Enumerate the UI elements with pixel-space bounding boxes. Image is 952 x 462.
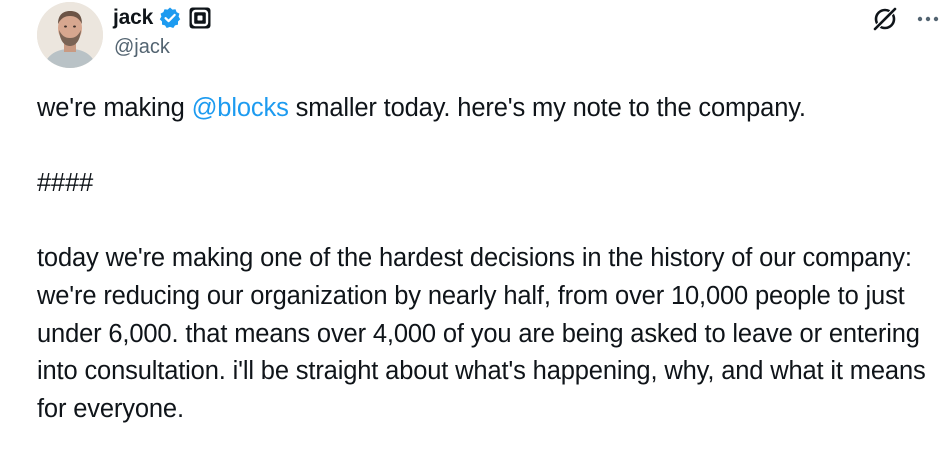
mention-link[interactable]: @blocks [192,94,289,122]
avatar-photo [37,2,103,68]
avatar[interactable] [37,2,103,68]
separator-text: #### [37,169,94,198]
grok-icon[interactable] [871,5,899,33]
intro-text-after: smaller today. here's my note to the com… [288,94,806,122]
author-handle[interactable]: @jack [114,36,170,59]
tweet-text: we're making @blocks smaller today. here… [37,90,937,428]
more-options-icon[interactable] [913,8,943,30]
intro-text-before: we're making [37,94,192,122]
tweet-intro-line: we're making @blocks smaller today. here… [37,90,937,128]
author-name-row: jack [113,3,211,33]
verified-badge-icon[interactable] [158,6,182,30]
tweet-paragraph: today we're making one of the hardest de… [37,244,933,423]
block-square-logo-icon[interactable] [189,7,211,29]
author-name[interactable]: jack [113,6,153,30]
tweet: jack @jack we're making @blocks smaller … [0,0,952,462]
